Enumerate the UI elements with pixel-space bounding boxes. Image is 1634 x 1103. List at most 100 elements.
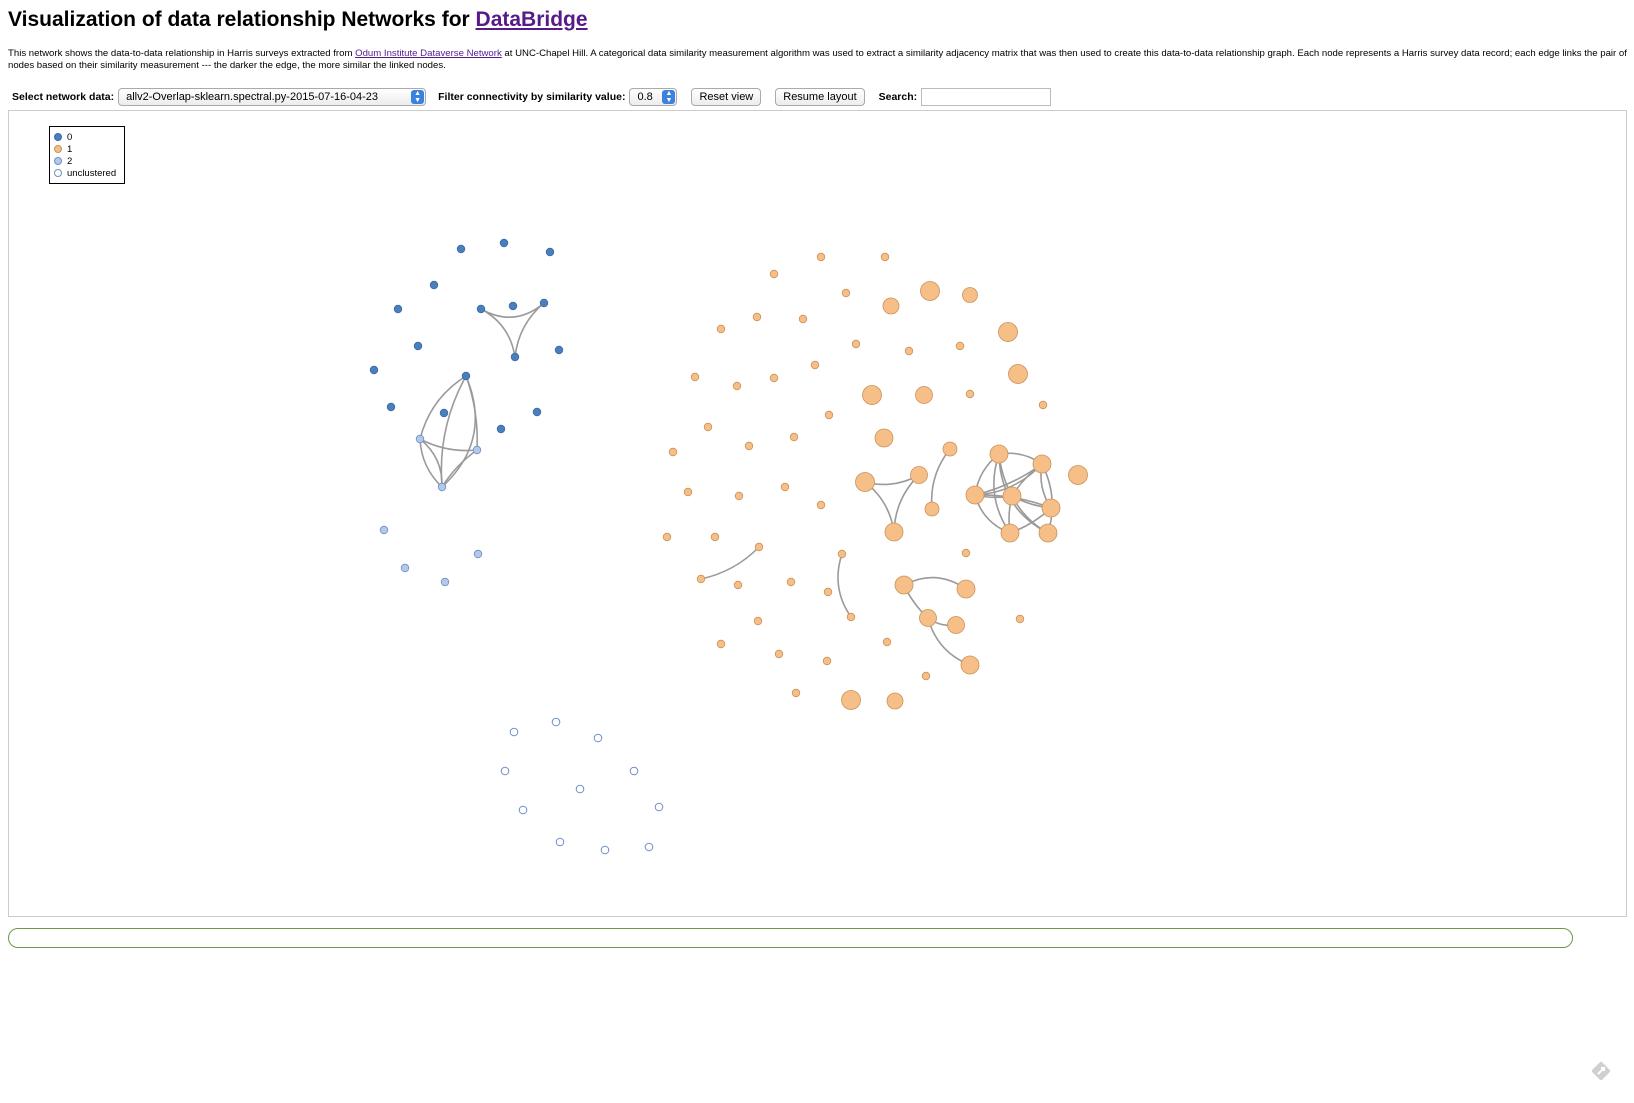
survey-node[interactable] [989,444,1009,464]
survey-node[interactable] [924,501,940,517]
survey-node[interactable] [960,655,980,675]
survey-node[interactable] [774,649,784,659]
survey-node[interactable] [798,314,808,324]
survey-node[interactable] [508,301,518,311]
survey-node[interactable] [1015,614,1025,624]
survey-node[interactable] [919,609,937,627]
survey-node[interactable] [786,577,796,587]
network-graph-canvas[interactable]: 0 1 2 unclustered [8,110,1627,917]
survey-node[interactable] [874,428,894,448]
survey-node[interactable] [910,466,928,484]
similarity-filter-select[interactable]: 0.8 ▲ ▼ [629,88,678,106]
survey-node[interactable] [696,574,706,584]
survey-node[interactable] [1032,454,1052,474]
survey-node[interactable] [716,639,726,649]
survey-node[interactable] [1038,400,1048,410]
survey-node[interactable] [816,252,826,262]
survey-node[interactable] [841,288,851,298]
survey-node[interactable] [476,304,486,314]
survey-node[interactable] [440,577,450,587]
survey-node[interactable] [413,341,423,351]
survey-node[interactable] [461,371,471,381]
survey-node[interactable] [473,549,483,559]
survey-node[interactable] [882,637,892,647]
survey-node[interactable] [499,238,509,248]
survey-node[interactable] [998,322,1018,342]
survey-node[interactable] [662,532,672,542]
survey-node[interactable] [1000,523,1020,543]
survey-node[interactable] [732,381,742,391]
survey-node[interactable] [961,548,971,558]
survey-node[interactable] [1008,364,1028,384]
survey-node[interactable] [429,280,439,290]
survey-node[interactable] [654,802,664,812]
survey-node[interactable] [532,407,542,417]
survey-node[interactable] [841,690,861,710]
odum-dataverse-link[interactable]: Odum Institute Dataverse Network [355,48,502,59]
survey-node[interactable] [539,298,549,308]
survey-node[interactable] [555,837,565,847]
survey-node[interactable] [823,587,833,597]
survey-node[interactable] [1041,498,1061,518]
network-graph-svg[interactable] [9,111,1626,916]
survey-node[interactable] [1002,486,1022,506]
survey-node[interactable] [510,352,520,362]
survey-node[interactable] [810,360,820,370]
survey-node[interactable] [816,500,826,510]
survey-node[interactable] [744,441,754,451]
survey-node[interactable] [456,244,466,254]
survey-node[interactable] [703,422,713,432]
zoom-icon[interactable] [1590,1060,1612,1082]
survey-node[interactable] [904,346,914,356]
survey-node[interactable] [789,432,799,442]
survey-node[interactable] [710,532,720,542]
resume-layout-button[interactable]: Resume layout [775,88,865,106]
survey-node[interactable] [884,522,904,542]
search-input[interactable] [921,88,1052,106]
survey-node[interactable] [752,312,762,322]
survey-node[interactable] [965,485,985,505]
survey-node[interactable] [575,784,585,794]
survey-node[interactable] [851,339,861,349]
survey-node[interactable] [554,345,564,355]
survey-node[interactable] [942,441,958,457]
survey-node[interactable] [1068,465,1088,485]
survey-node[interactable] [496,424,506,434]
survey-node[interactable] [837,549,847,559]
survey-node[interactable] [1038,523,1058,543]
survey-node[interactable] [400,563,410,573]
survey-node[interactable] [386,402,396,412]
survey-node[interactable] [754,542,764,552]
survey-node[interactable] [545,247,555,257]
survey-node[interactable] [947,616,965,634]
survey-node[interactable] [683,487,693,497]
survey-node[interactable] [915,386,933,404]
survey-node[interactable] [965,389,975,399]
survey-node[interactable] [644,842,654,852]
survey-node[interactable] [439,408,449,418]
survey-node[interactable] [733,580,743,590]
survey-node[interactable] [894,575,914,595]
survey-node[interactable] [955,341,965,351]
survey-node[interactable] [920,281,940,301]
survey-node[interactable] [862,385,882,405]
survey-node[interactable] [769,373,779,383]
survey-node[interactable] [369,365,379,375]
survey-node[interactable] [769,269,779,279]
reset-view-button[interactable]: Reset view [691,88,762,106]
survey-node[interactable] [551,717,561,727]
survey-node[interactable] [437,482,447,492]
survey-node[interactable] [780,482,790,492]
databridge-link[interactable]: DataBridge [476,8,588,31]
survey-node[interactable] [734,491,744,501]
survey-node[interactable] [791,688,801,698]
survey-node[interactable] [472,445,482,455]
survey-node[interactable] [500,766,510,776]
network-data-select[interactable]: allv2-Overlap-sklearn.spectral.py-2015-0… [118,88,427,106]
survey-node[interactable] [753,616,763,626]
survey-node[interactable] [393,304,403,314]
survey-node[interactable] [518,805,528,815]
survey-node[interactable] [690,372,700,382]
survey-node[interactable] [509,727,519,737]
survey-node[interactable] [882,297,900,315]
